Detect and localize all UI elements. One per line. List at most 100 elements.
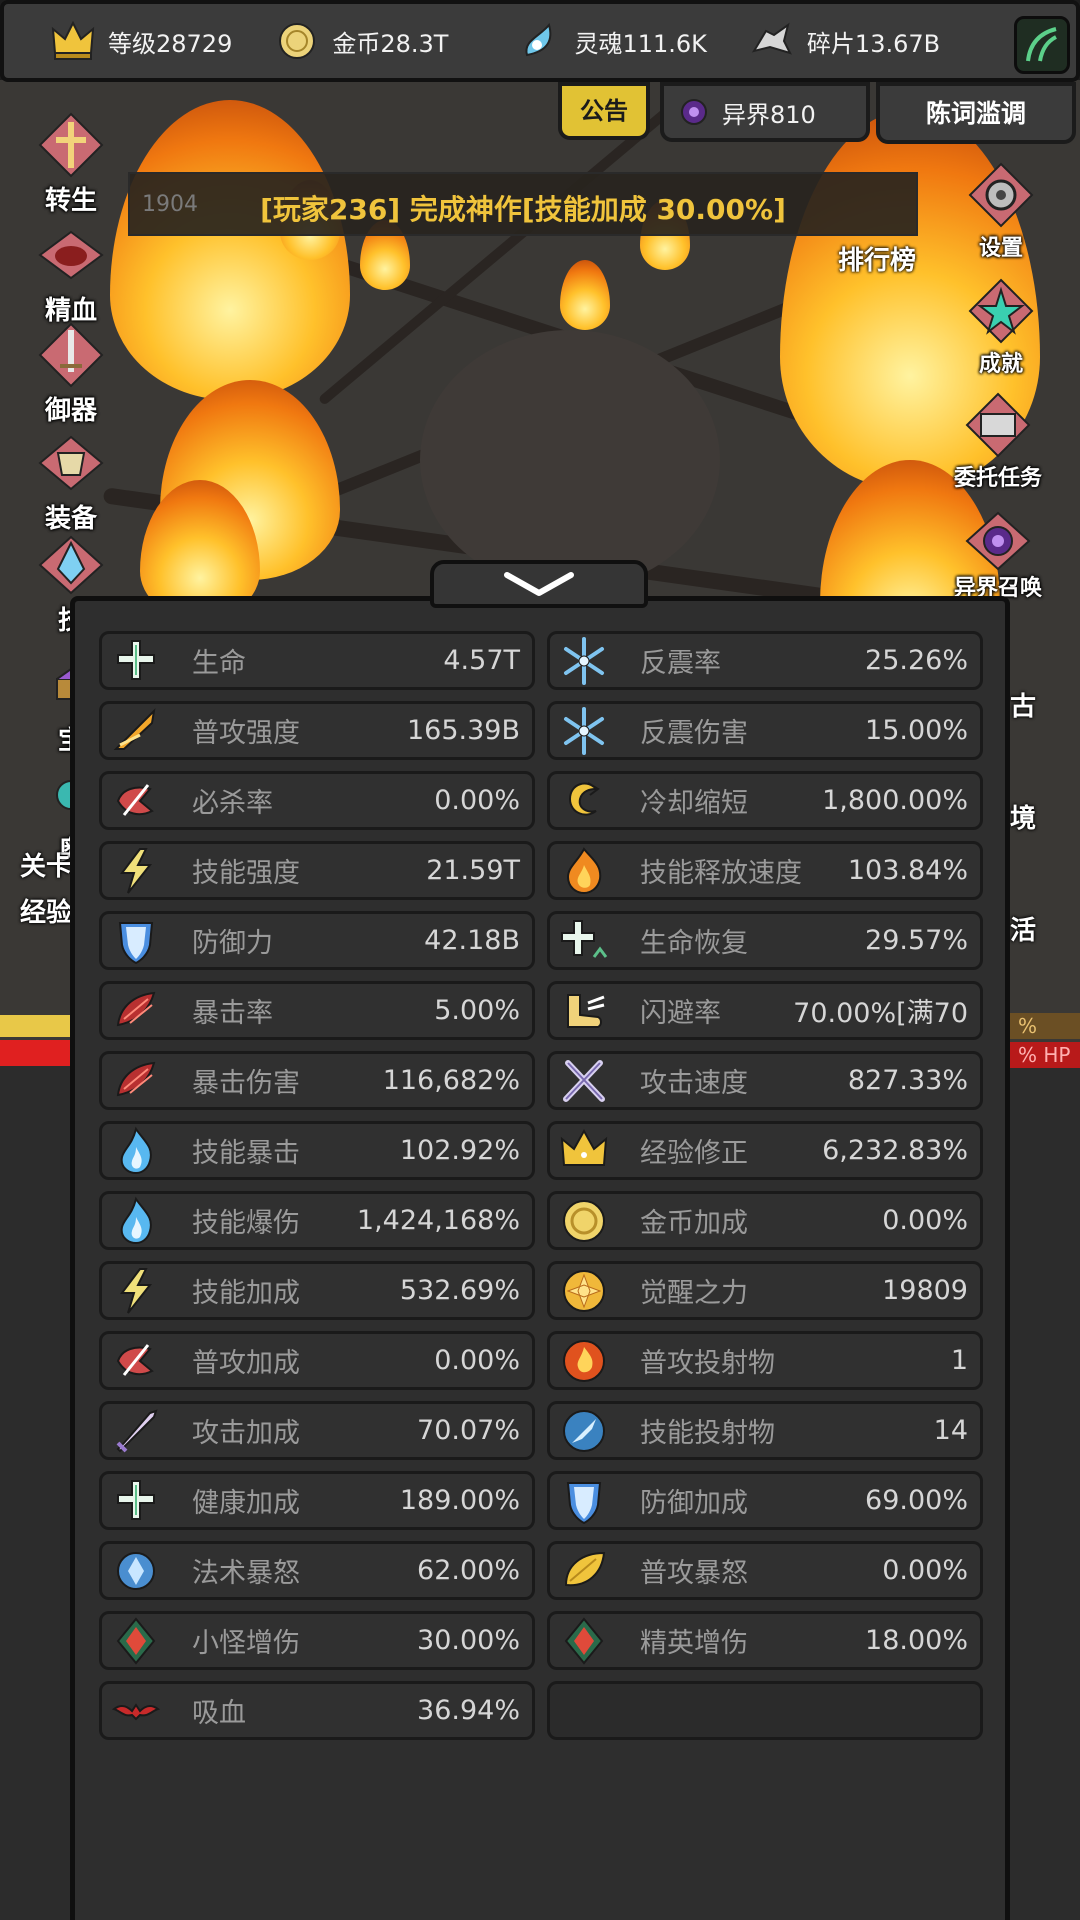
right-menu-label: 设置 bbox=[978, 236, 1023, 261]
blue-flame-icon bbox=[110, 1195, 162, 1247]
stat-value: 102.92% bbox=[399, 1135, 520, 1166]
red-diamond-icon bbox=[110, 1615, 162, 1667]
hp-bar-left bbox=[0, 1040, 70, 1066]
left-menu-label: 转生 bbox=[44, 186, 97, 216]
soul-value: 灵魂111.6K bbox=[574, 29, 707, 58]
ranking-button[interactable]: 排行榜 bbox=[838, 240, 916, 277]
hp-bar-right: % HP bbox=[1010, 1042, 1080, 1068]
stat-value: 30.00% bbox=[417, 1625, 520, 1656]
right-menu-settings[interactable]: 设置 bbox=[966, 160, 1036, 262]
stat-name: 经验修正 bbox=[640, 1138, 748, 1169]
arrow-attack-icon bbox=[110, 705, 162, 757]
stat-name: 觉醒之力 bbox=[640, 1278, 748, 1309]
gold-resource: 金币28.3T bbox=[274, 11, 448, 71]
stat-row: 技能爆伤 1,424,168% bbox=[99, 1191, 535, 1250]
notice-button[interactable]: 公告 bbox=[558, 82, 650, 140]
resource-bar: 等级28729 金币28.3T 灵魂111.6K 碎片13.67B bbox=[0, 0, 1080, 82]
stat-row: 攻击速度 827.33% bbox=[547, 1051, 983, 1110]
stat-value: 165.39B bbox=[407, 715, 520, 746]
skill-crystal-icon bbox=[36, 530, 106, 600]
level-resource: 等级28729 bbox=[50, 11, 232, 71]
stat-name: 技能暴击 bbox=[192, 1138, 300, 1169]
chevron-down-icon bbox=[504, 572, 574, 596]
sword-icon bbox=[110, 1405, 162, 1457]
stat-row: 攻击加成 70.07% bbox=[99, 1401, 535, 1460]
crossed-swords-icon bbox=[558, 1055, 610, 1107]
stat-name: 健康加成 bbox=[192, 1488, 300, 1519]
stat-value: 62.00% bbox=[417, 1555, 520, 1586]
stat-name: 普攻加成 bbox=[192, 1348, 300, 1379]
blue-dart-icon bbox=[558, 1405, 610, 1457]
right-menu-activity[interactable]: 活 bbox=[1010, 910, 1036, 947]
stat-name: 技能释放速度 bbox=[640, 858, 802, 889]
frost-icon bbox=[558, 635, 610, 687]
stat-name: 防御加成 bbox=[640, 1488, 748, 1519]
fragment-resource: 碎片13.67B bbox=[749, 11, 940, 71]
stat-name: 暴击伤害 bbox=[192, 1068, 300, 1099]
portal-icon bbox=[963, 506, 1033, 576]
stage-label: 关卡 bbox=[20, 852, 73, 882]
portal-icon bbox=[681, 99, 707, 125]
stat-value: 0.00% bbox=[882, 1555, 968, 1586]
right-menu-label: 成就 bbox=[978, 352, 1023, 377]
left-menu-blood[interactable]: 精血 bbox=[36, 220, 106, 327]
stat-value: 69.00% bbox=[865, 1485, 968, 1516]
right-menu-summon[interactable]: 异界召唤 bbox=[954, 506, 1042, 602]
stat-row: 普攻投射物 1 bbox=[547, 1331, 983, 1390]
stat-row: 暴击率 5.00% bbox=[99, 981, 535, 1040]
right-menu-ancient[interactable]: 古 bbox=[1010, 686, 1036, 723]
winged-boot-icon bbox=[558, 985, 610, 1037]
stat-name: 吸血 bbox=[192, 1698, 246, 1729]
broadcast-banner: 1904 [玩家236] 完成神作[技能加成 30.00%] bbox=[128, 172, 918, 236]
banner-message: [玩家236] 完成神作[技能加成 30.00%] bbox=[260, 193, 786, 226]
left-menu-label: 御器 bbox=[44, 396, 97, 426]
stat-name: 闪避率 bbox=[640, 998, 721, 1029]
leaf-icon bbox=[1026, 27, 1057, 62]
left-menu-artifact[interactable]: 御器 bbox=[36, 320, 106, 427]
stat-value: 14 bbox=[933, 1415, 968, 1446]
health-cross-icon bbox=[110, 635, 162, 687]
stat-name: 小怪增伤 bbox=[192, 1628, 300, 1659]
blue-flame-icon bbox=[110, 1125, 162, 1177]
stat-row: 生命恢复 29.57% bbox=[547, 911, 983, 970]
soul-icon bbox=[516, 18, 562, 64]
otherworld-indicator[interactable]: 异界810 bbox=[660, 82, 870, 142]
stat-name: 冷却缩短 bbox=[640, 788, 748, 819]
stat-row: 生命 4.57T bbox=[99, 631, 535, 690]
lightning-icon bbox=[110, 1265, 162, 1317]
stat-row: 小怪增伤 30.00% bbox=[99, 1611, 535, 1670]
awaken-sun-icon bbox=[558, 1265, 610, 1317]
stat-row: 必杀率 0.00% bbox=[99, 771, 535, 830]
stat-row: 技能投射物 14 bbox=[547, 1401, 983, 1460]
left-menu-rebirth[interactable]: 转生 bbox=[36, 110, 106, 217]
right-menu-achievement[interactable]: 成就 bbox=[966, 276, 1036, 378]
gold-value: 金币28.3T bbox=[332, 29, 449, 58]
stat-value: 70.00%[满70 bbox=[793, 998, 968, 1029]
right-menu-realm[interactable]: 境 bbox=[1010, 798, 1036, 835]
soul-resource: 灵魂111.6K bbox=[516, 11, 707, 71]
stat-row: 技能暴击 102.92% bbox=[99, 1121, 535, 1180]
fire-orb-icon bbox=[558, 1335, 610, 1387]
stat-value: 116,682% bbox=[382, 1065, 520, 1096]
otherworld-label: 异界810 bbox=[722, 100, 816, 129]
player-name[interactable]: 陈词滥调 bbox=[876, 82, 1076, 144]
left-menu-equipment[interactable]: 装备 bbox=[36, 428, 106, 535]
cooldown-swirl-icon bbox=[558, 775, 610, 827]
crown-icon bbox=[50, 18, 96, 64]
stat-value: 0.00% bbox=[882, 1205, 968, 1236]
rebirth-icon bbox=[36, 110, 106, 180]
shield-icon bbox=[558, 1475, 610, 1527]
collapse-panel-button[interactable] bbox=[430, 560, 648, 608]
stat-value: 18.00% bbox=[865, 1625, 968, 1656]
stat-name: 生命恢复 bbox=[640, 928, 748, 959]
leaf-menu-button[interactable] bbox=[1014, 16, 1070, 74]
equipment-icon bbox=[36, 428, 106, 498]
stat-row: 反震伤害 15.00% bbox=[547, 701, 983, 760]
gear-icon bbox=[966, 160, 1036, 230]
stat-name: 反震伤害 bbox=[640, 718, 748, 749]
fragment-value: 碎片13.67B bbox=[806, 29, 941, 58]
right-menu-quest[interactable]: 委托任务 bbox=[954, 390, 1042, 492]
stat-row: 技能强度 21.59T bbox=[99, 841, 535, 900]
health-cross-icon bbox=[110, 1475, 162, 1527]
kill-rate-icon bbox=[110, 775, 162, 827]
